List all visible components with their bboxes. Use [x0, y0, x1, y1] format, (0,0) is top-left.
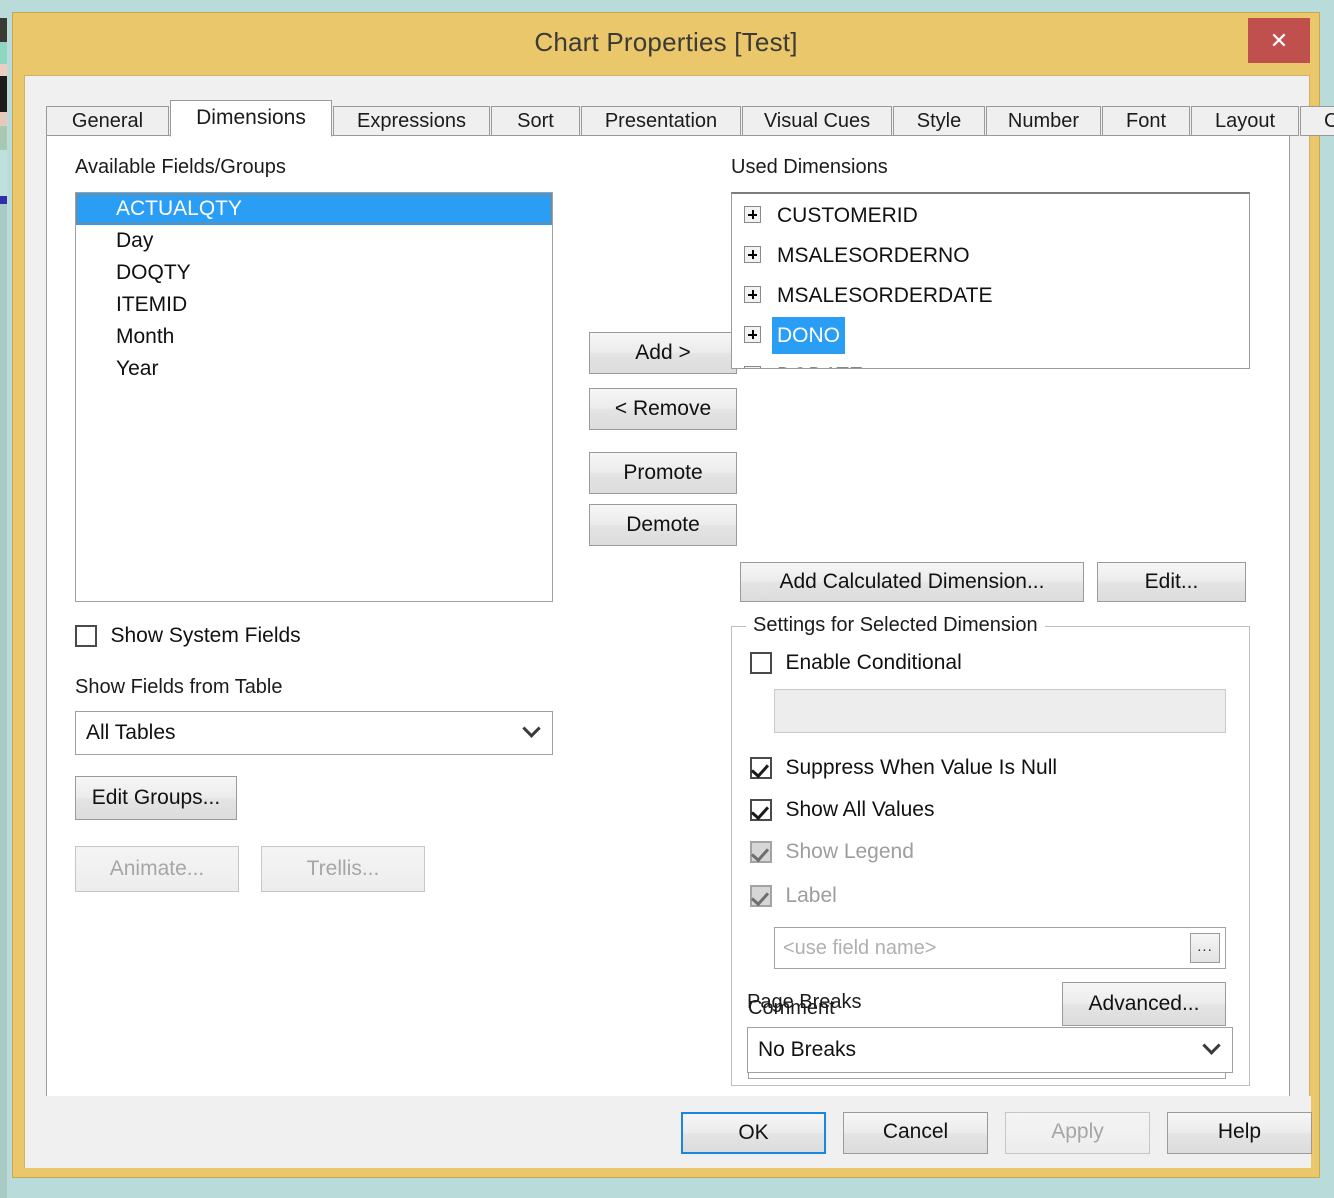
table-row[interactable]: MSALESORDERNO [732, 234, 1249, 274]
tab-expressions[interactable]: Expressions [333, 106, 490, 136]
label-field-placeholder: <use field name> [783, 937, 937, 959]
advanced-button[interactable]: Advanced... [1062, 982, 1226, 1026]
chevron-down-icon [1202, 1036, 1221, 1055]
tab-caption[interactable]: Caption [1300, 106, 1334, 136]
apply-button: Apply [1005, 1112, 1150, 1154]
enable-conditional-label: Enable Conditional [785, 651, 962, 674]
label-option-label: Label [785, 884, 837, 907]
label-field-input[interactable]: <use field name> [774, 927, 1226, 969]
tab-font[interactable]: Font [1102, 106, 1190, 136]
tab-dimensions[interactable]: Dimensions [170, 100, 332, 137]
close-icon[interactable]: ✕ [1248, 18, 1310, 63]
list-item[interactable]: DOQTY [76, 257, 552, 289]
page-breaks-label: Page Breaks [747, 991, 862, 1013]
tab-presentation[interactable]: Presentation [581, 106, 741, 136]
list-item[interactable]: Month [76, 321, 552, 353]
tab-layout[interactable]: Layout [1191, 106, 1299, 136]
help-button[interactable]: Help [1167, 1112, 1312, 1154]
label-checkbox [750, 885, 772, 907]
tab-sort[interactable]: Sort [491, 106, 580, 136]
add-calculated-dimension-button[interactable]: Add Calculated Dimension... [740, 562, 1084, 602]
expand-plus-icon[interactable] [744, 366, 761, 368]
available-fields-label: Available Fields/Groups [75, 156, 286, 178]
demote-button[interactable]: Demote [589, 504, 737, 546]
list-item[interactable]: Day [76, 225, 552, 257]
table-filter-value: All Tables [86, 721, 176, 744]
tab-general[interactable]: General [46, 106, 169, 136]
show-system-fields-label: Show System Fields [110, 624, 301, 647]
conditional-expression-field[interactable] [774, 689, 1226, 733]
settings-for-selected-dimension-group: Settings for Selected Dimension Enable C… [731, 614, 1250, 1086]
tab-number[interactable]: Number [986, 106, 1101, 136]
list-item[interactable]: ITEMID [76, 289, 552, 321]
show-all-values-checkbox[interactable] [750, 799, 772, 821]
show-legend-label: Show Legend [785, 840, 914, 863]
settings-group-title: Settings for Selected Dimension [746, 614, 1045, 637]
suppress-when-null-label: Suppress When Value Is Null [785, 756, 1058, 779]
show-legend-checkbox [750, 841, 772, 863]
tab-visual-cues[interactable]: Visual Cues [742, 106, 892, 136]
expand-plus-icon[interactable] [744, 206, 761, 223]
window-title: Chart Properties [Test] [534, 27, 798, 57]
show-system-fields-checkbox[interactable] [75, 625, 97, 647]
promote-button[interactable]: Promote [589, 452, 737, 494]
dialog-client-area: General Dimensions Expressions Sort Pres… [24, 75, 1334, 1168]
window-titlebar: Chart Properties [Test] ✕ [13, 13, 1319, 75]
page-breaks-combobox[interactable]: No Breaks [747, 1027, 1233, 1073]
label-field-browse-button[interactable]: ... [1190, 933, 1220, 963]
expand-plus-icon[interactable] [744, 246, 761, 263]
suppress-when-null-checkbox[interactable] [750, 757, 772, 779]
table-row[interactable]: DODATE [732, 354, 1249, 368]
table-row[interactable]: DONO [732, 314, 1249, 354]
chevron-down-icon [522, 719, 541, 738]
label-checkbox-row: Label [750, 884, 837, 908]
used-dimensions-listbox[interactable]: CUSTOMERID MSALESORDERNO MSALESORDERDATE… [731, 192, 1250, 369]
dialog-footer: OK Cancel Apply Help [25, 1096, 1312, 1168]
list-item[interactable]: Year [76, 353, 552, 385]
chart-properties-window: Chart Properties [Test] ✕ General Dimens… [12, 12, 1334, 1178]
remove-button[interactable]: < Remove [589, 388, 737, 430]
trellis-button: Trellis... [261, 846, 425, 892]
edit-dimension-button[interactable]: Edit... [1097, 562, 1246, 602]
show-fields-from-table-label: Show Fields from Table [75, 676, 283, 698]
enable-conditional-checkbox-row[interactable]: Enable Conditional [750, 651, 962, 675]
ok-button[interactable]: OK [681, 1112, 826, 1154]
dimensions-tab-page: Available Fields/Groups ACTUALQTY Day DO… [46, 135, 1290, 1112]
page-breaks-value: No Breaks [758, 1038, 857, 1061]
show-all-values-checkbox-row[interactable]: Show All Values [750, 798, 934, 822]
tab-style[interactable]: Style [893, 106, 985, 136]
table-row[interactable]: CUSTOMERID [732, 194, 1249, 234]
desktop-background: Chart Properties [Test] ✕ General Dimens… [0, 0, 1334, 1198]
suppress-when-null-checkbox-row[interactable]: Suppress When Value Is Null [750, 756, 1057, 780]
expand-plus-icon[interactable] [744, 286, 761, 303]
background-app-sliver [0, 0, 7, 1198]
list-item[interactable]: ACTUALQTY [76, 193, 552, 225]
show-all-values-label: Show All Values [785, 798, 935, 821]
animate-button: Animate... [75, 846, 239, 892]
show-system-fields-checkbox-row[interactable]: Show System Fields [75, 624, 301, 648]
expand-plus-icon[interactable] [744, 326, 761, 343]
show-legend-checkbox-row: Show Legend [750, 840, 914, 864]
enable-conditional-checkbox[interactable] [750, 652, 772, 674]
cancel-button[interactable]: Cancel [843, 1112, 988, 1154]
add-button[interactable]: Add > [589, 332, 737, 374]
edit-groups-button[interactable]: Edit Groups... [75, 776, 237, 820]
available-fields-listbox[interactable]: ACTUALQTY Day DOQTY ITEMID Month Year [75, 192, 553, 602]
table-row[interactable]: MSALESORDERDATE [732, 274, 1249, 314]
used-dimensions-label: Used Dimensions [731, 156, 888, 178]
tab-strip: General Dimensions Expressions Sort Pres… [46, 100, 1334, 137]
table-filter-combobox[interactable]: All Tables [75, 711, 553, 755]
